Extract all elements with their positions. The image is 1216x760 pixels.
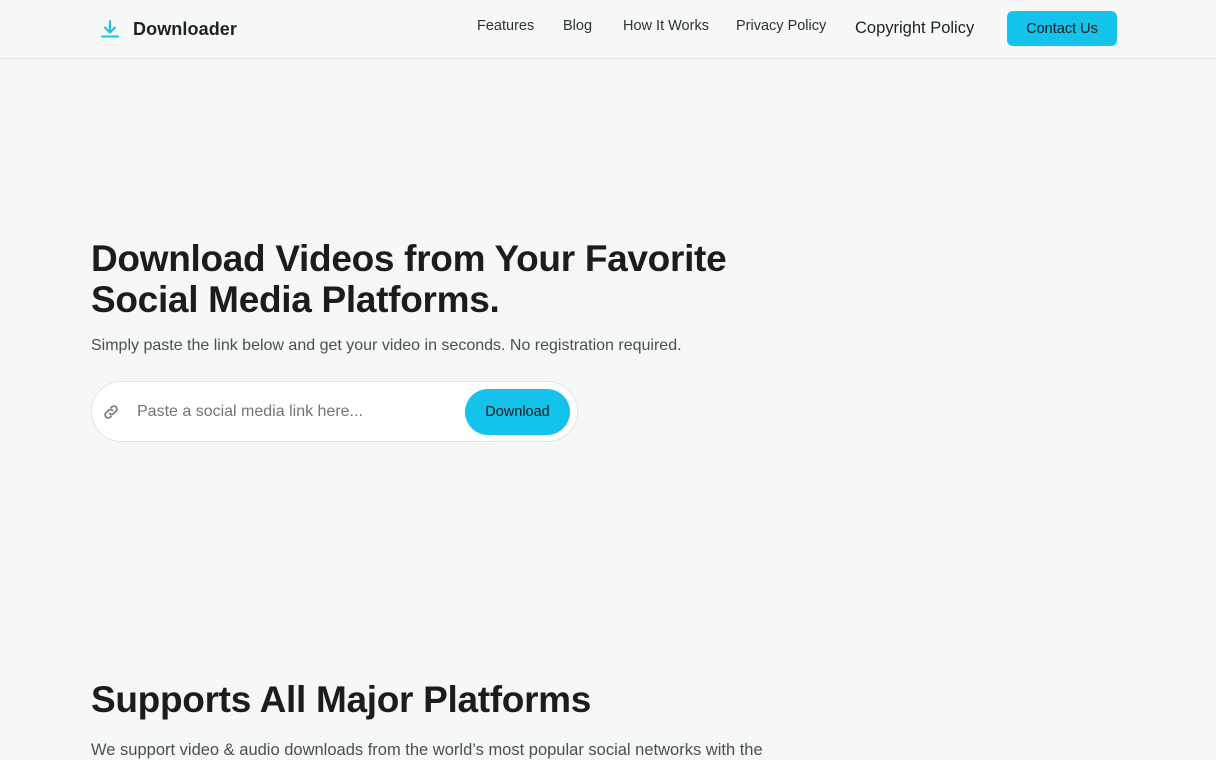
download-button[interactable]: Download <box>465 389 570 435</box>
nav-blog[interactable]: Blog <box>563 18 592 34</box>
hero-subtitle: Simply paste the link below and get your… <box>91 337 682 354</box>
download-arrow-icon <box>101 20 119 38</box>
nav-copyright-policy[interactable]: Copyright Policy <box>855 19 974 38</box>
site-header: Downloader Features Blog How It Works Pr… <box>0 0 1216 59</box>
link-search-form: Download <box>91 381 578 442</box>
contact-us-button[interactable]: Contact Us <box>1007 11 1117 46</box>
brand-logo[interactable]: Downloader <box>99 16 237 42</box>
nav-how-it-works[interactable]: How It Works <box>623 18 709 34</box>
hero-title: Download Videos from Your Favorite Socia… <box>91 238 727 320</box>
link-icon <box>104 405 118 419</box>
brand-name: Downloader <box>133 18 238 39</box>
nav-features[interactable]: Features <box>477 18 534 34</box>
platforms-title: Supports All Major Platforms <box>91 679 592 720</box>
link-input[interactable] <box>137 397 457 427</box>
platforms-description: We support video & audio downloads from … <box>91 741 763 759</box>
nav-privacy-policy[interactable]: Privacy Policy <box>736 18 826 34</box>
